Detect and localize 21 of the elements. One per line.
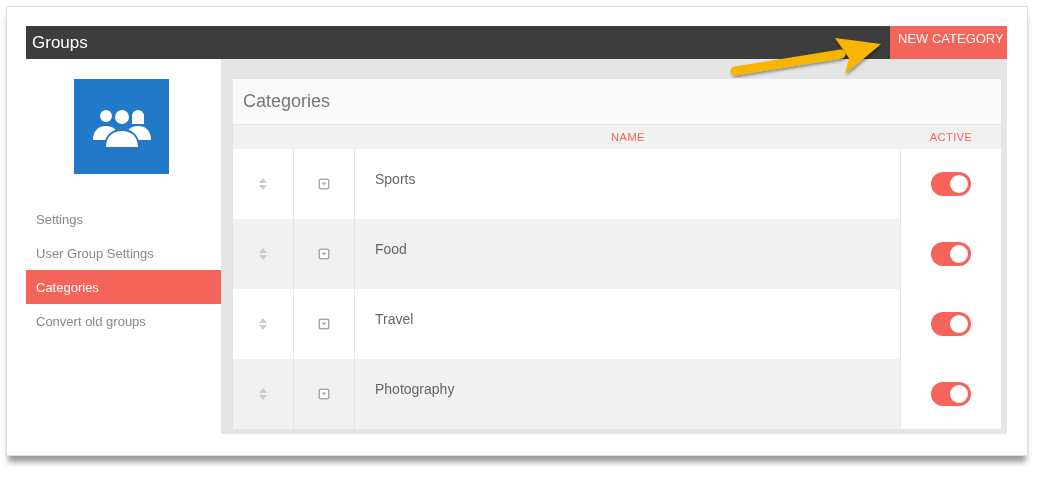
new-category-button[interactable]: NEW CATEGORY (890, 26, 1007, 59)
active-toggle[interactable] (931, 242, 971, 266)
dropdown-icon[interactable] (318, 248, 330, 260)
sort-handle-icon[interactable] (259, 388, 267, 400)
active-toggle[interactable] (931, 172, 971, 196)
column-header: NAME (610, 131, 646, 143)
active-toggle[interactable] (931, 312, 971, 336)
column-header: ACTIVE (928, 131, 974, 143)
dropdown-icon[interactable] (318, 318, 330, 330)
sidebar-item[interactable]: Settings (26, 202, 221, 236)
dropdown-icon[interactable] (318, 388, 330, 400)
page-title: Groups (31, 31, 89, 54)
sidebar-item[interactable]: Categories (26, 270, 221, 304)
panel-title: Categories (233, 79, 1001, 125)
dropdown-icon[interactable] (318, 178, 330, 190)
sort-handle-icon[interactable] (259, 178, 267, 190)
sidebar-item[interactable]: Convert old groups (26, 304, 221, 338)
sidebar-item[interactable]: User Group Settings (26, 236, 221, 270)
active-toggle[interactable] (931, 382, 971, 406)
sort-handle-icon[interactable] (259, 318, 267, 330)
sort-handle-icon[interactable] (259, 248, 267, 260)
